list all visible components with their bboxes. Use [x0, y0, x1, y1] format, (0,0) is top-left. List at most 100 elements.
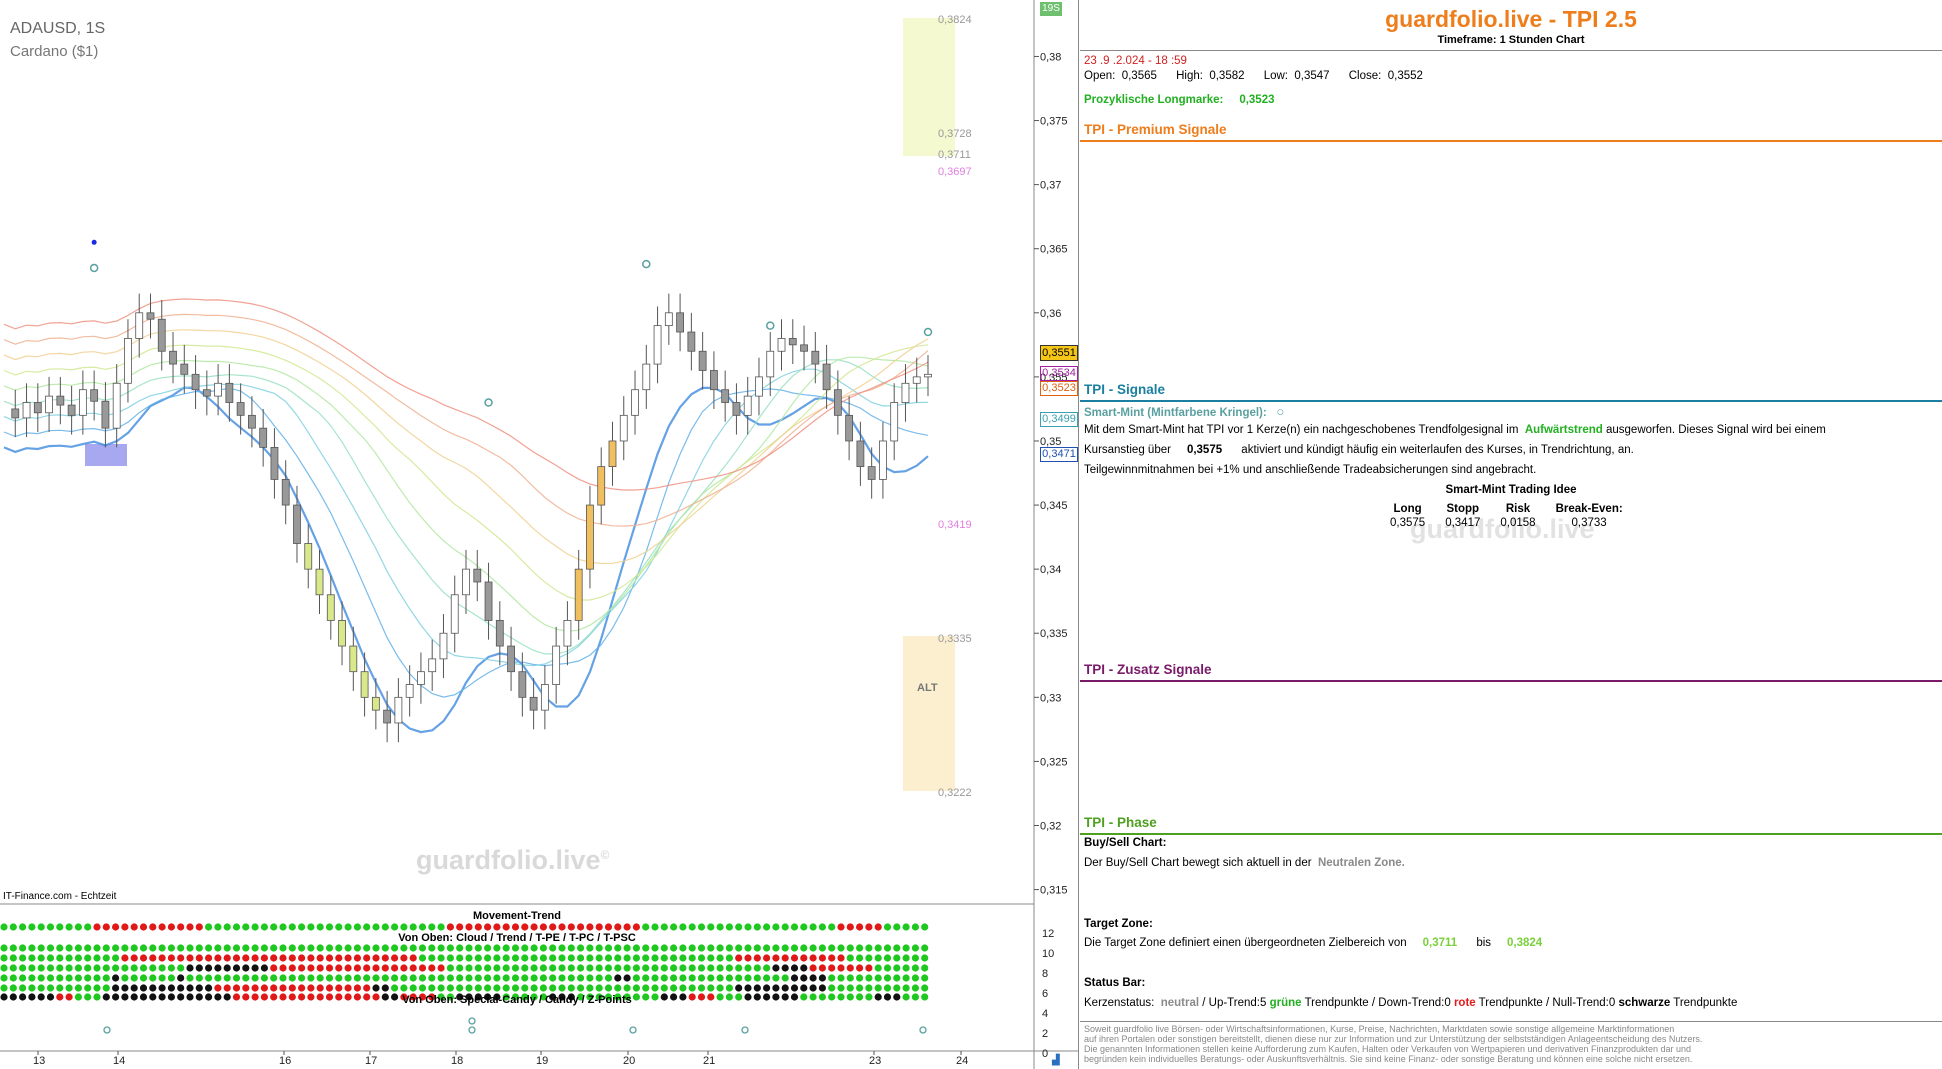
trend-dot: [130, 964, 138, 972]
trend-dot: [372, 974, 380, 982]
trend-dot: [893, 944, 901, 952]
scroll-icon[interactable]: ▟: [1052, 1055, 1060, 1066]
trend-dot: [828, 923, 836, 931]
trend-dot: [0, 964, 8, 972]
y-tick-label: 0,345: [1040, 500, 1068, 512]
trend-dot: [670, 984, 678, 992]
candle-body: [394, 696, 403, 724]
trend-dot: [195, 954, 203, 962]
idea-value: 0,3733: [1571, 517, 1607, 529]
trend-dot: [251, 944, 259, 952]
trend-dot: [353, 974, 361, 982]
trend-dot: [223, 974, 231, 982]
indicator-y-tick: 0: [1042, 1048, 1048, 1060]
trend-dot: [828, 954, 836, 962]
trend-dot: [530, 944, 538, 952]
trend-dot: [251, 974, 259, 982]
candle-body: [642, 363, 651, 391]
candle-body: [732, 402, 741, 416]
trend-dot: [874, 984, 882, 992]
candle-body: [597, 466, 606, 506]
trend-dot: [307, 944, 315, 952]
trend-dot: [344, 974, 352, 982]
trend-dot: [400, 944, 408, 952]
candle-body: [822, 363, 831, 391]
trend-dot: [112, 984, 120, 992]
z-point: [91, 239, 97, 245]
candle-body: [383, 709, 392, 724]
y-tick-label: 0,325: [1040, 756, 1068, 768]
candle-body: [755, 376, 763, 397]
trend-dot: [279, 923, 287, 931]
trend-dot: [837, 964, 845, 972]
trend-dot: [567, 944, 575, 952]
candle-body: [698, 350, 707, 371]
trend-dot: [298, 954, 306, 962]
level-label: 0,3728: [938, 128, 972, 140]
trend-dot: [511, 964, 520, 972]
trend-dot: [232, 974, 241, 982]
trend-dot: [632, 923, 641, 931]
trend-dot: [391, 954, 399, 962]
candle-body: [721, 389, 730, 403]
trend-dot: [577, 974, 585, 982]
trend-dot: [753, 954, 761, 962]
trend-dot: [121, 964, 129, 972]
trend-dot: [660, 954, 668, 962]
trend-dot: [167, 944, 175, 952]
trend-dot: [837, 944, 845, 952]
price-chart[interactable]: 0,380,3750,370,3650,360,3550,350,3450,34…: [0, 0, 1078, 1069]
trend-dot: [651, 954, 659, 962]
trend-dot: [493, 954, 501, 962]
trend-dot: [549, 964, 557, 972]
trend-dot: [177, 974, 185, 982]
trend-dot: [725, 954, 734, 962]
trend-dot: [614, 974, 622, 982]
trend-dot: [818, 984, 827, 992]
trend-dot: [0, 984, 8, 992]
trend-dot: [753, 974, 761, 982]
trend-dot: [911, 954, 920, 962]
timeframe-badge[interactable]: 19S: [1040, 2, 1062, 16]
trend-dot: [800, 944, 808, 952]
trend-dot: [632, 964, 641, 972]
y-tick-label: 0,375: [1040, 116, 1068, 128]
indicator-y-tick: 6: [1042, 988, 1048, 1000]
trend-dot: [707, 944, 715, 952]
trend-dot: [781, 923, 789, 931]
trend-dot: [56, 954, 64, 962]
trend-dot: [260, 984, 268, 992]
trend-dot: [670, 974, 678, 982]
target-label: Target Zone:: [1084, 918, 1153, 930]
trend-dot: [93, 964, 101, 972]
trend-dot: [0, 944, 8, 952]
trend-dot: [37, 944, 45, 952]
trend-dot: [325, 954, 334, 962]
trend-dot: [465, 923, 473, 931]
chart-panel[interactable]: 0,38 0,375 0,37 0,365 0,36 0,355 0,35 0,345 0,34…: [0, 0, 1079, 1069]
candle-body: [405, 684, 414, 698]
trend-dot: [353, 984, 361, 992]
candle-body: [293, 504, 301, 544]
candle-body: [236, 402, 245, 416]
trend-dot: [353, 964, 361, 972]
trend-dot: [883, 944, 892, 952]
candle-body: [248, 414, 256, 429]
smart-mint-circle: [923, 327, 933, 337]
candle-body: [563, 620, 572, 647]
candle-body: [529, 696, 538, 711]
candle-body: [552, 645, 561, 685]
trend-dot: [781, 944, 789, 952]
trend-dot: [809, 984, 817, 992]
trend-dot: [465, 944, 473, 952]
trend-dot: [409, 974, 417, 982]
trend-dot: [725, 964, 734, 972]
trend-dot: [893, 984, 901, 992]
trend-dot: [818, 923, 827, 931]
trend-dot: [372, 944, 380, 952]
trend-dot: [558, 984, 566, 992]
trend-dot: [921, 954, 929, 962]
trend-dot: [883, 984, 892, 992]
trend-dot: [232, 944, 241, 952]
trend-dot: [307, 974, 315, 982]
